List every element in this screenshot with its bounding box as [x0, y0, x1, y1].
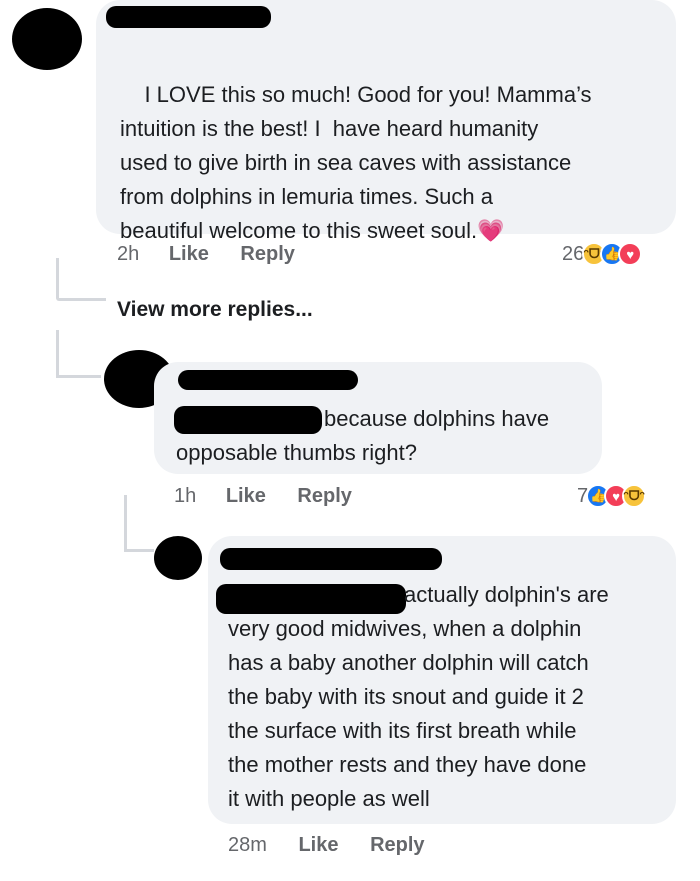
comment-bubble: because dolphins have opposable thumbs r… — [154, 362, 602, 474]
thread-line — [56, 375, 101, 378]
avatar[interactable] — [12, 8, 82, 70]
timestamp[interactable]: 2h — [117, 243, 139, 266]
view-more-replies-link[interactable]: View more replies... — [117, 298, 313, 322]
thread-line — [56, 330, 59, 375]
thread-line — [124, 495, 127, 550]
heart-emoji-icon: 💗 — [477, 218, 505, 243]
avatar[interactable] — [154, 536, 202, 580]
reaction-count: 26 — [562, 242, 585, 265]
like-button[interactable]: Like — [169, 243, 209, 266]
comment-text: actually dolphin's are very good midwive… — [228, 582, 609, 811]
love-reaction-icon: ♥ — [618, 242, 643, 266]
thread-line — [124, 549, 154, 552]
reaction-summary[interactable]: 26 ᵔᗜᵔ 👍 ♥ — [562, 242, 643, 266]
thread-line — [56, 258, 59, 298]
haha-reaction-icon: ᵔᗜᵔ — [622, 484, 647, 508]
reaction-summary[interactable]: 7 👍 ♥ ᵔᗜᵔ — [577, 484, 647, 508]
thread-line — [56, 298, 106, 301]
reply-button[interactable]: Reply — [297, 485, 351, 508]
reply-button[interactable]: Reply — [370, 834, 424, 857]
comment-text: because dolphins have opposable thumbs r… — [176, 406, 550, 465]
comment-bubble: actually dolphin's are very good midwive… — [208, 536, 676, 824]
like-button[interactable]: Like — [298, 834, 338, 857]
like-button[interactable]: Like — [226, 485, 266, 508]
author-name[interactable] — [106, 6, 271, 28]
comment-bubble: I LOVE this so much! Good for you! Mamma… — [96, 0, 676, 243]
comment-meta: 2h Like Reply — [117, 243, 295, 266]
timestamp[interactable]: 1h — [174, 485, 196, 508]
comment-meta: 28m Like Reply — [228, 834, 425, 857]
reply-button[interactable]: Reply — [240, 243, 294, 266]
timestamp[interactable]: 28m — [228, 834, 267, 857]
author-name[interactable] — [178, 370, 358, 390]
author-name[interactable] — [220, 548, 442, 570]
comment-meta: 1h Like Reply — [174, 485, 352, 508]
